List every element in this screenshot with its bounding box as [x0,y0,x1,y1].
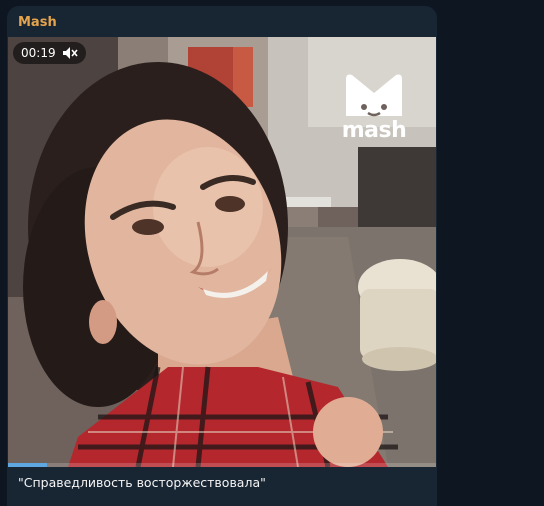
video-duration-badge[interactable]: 00:19 [13,42,86,64]
mash-logo-watermark: mash [338,71,410,143]
speaker-muted-icon[interactable] [62,46,78,60]
mash-logo-icon [346,74,402,117]
watermark-text: mash [341,118,407,143]
video-player[interactable]: 00:19 mash [8,37,436,467]
channel-post: Mash 00:19 mash "Справедливость восторже… [7,6,437,506]
video-progress-bar[interactable] [8,463,436,467]
video-progress-fill [8,463,47,467]
post-caption: "Справедливость восторжествовала" [18,475,266,490]
channel-name[interactable]: Mash [18,15,57,30]
video-duration: 00:19 [21,46,56,60]
